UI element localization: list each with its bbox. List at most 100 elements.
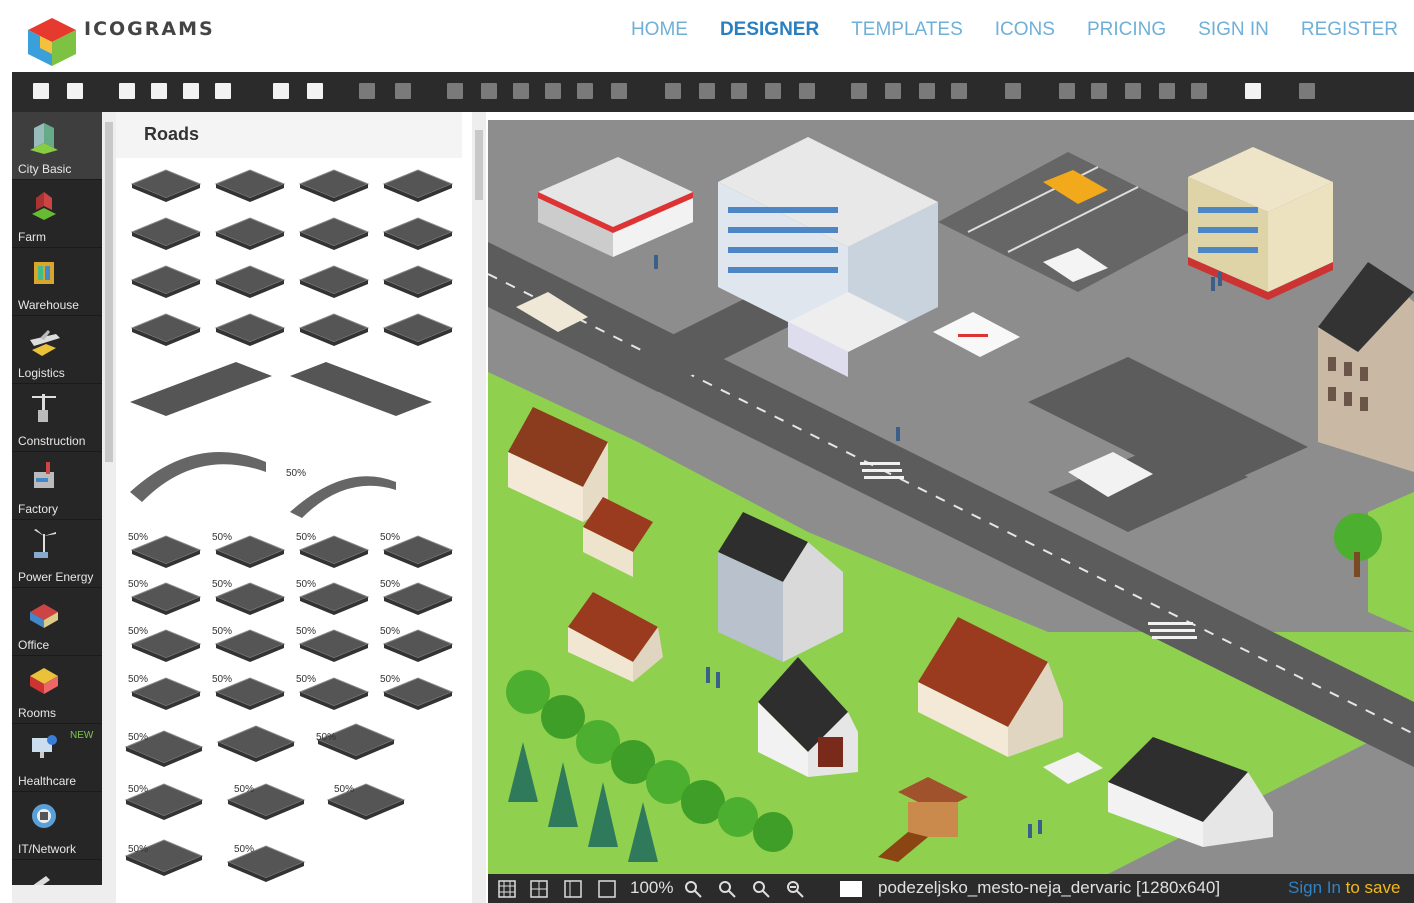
road-tile-long-2[interactable]	[290, 362, 432, 416]
category-factory[interactable]: Factory	[12, 452, 102, 520]
open-folder-icon[interactable]	[64, 80, 86, 102]
design-canvas[interactable]	[488, 112, 1414, 874]
road-tile-2[interactable]	[298, 169, 370, 202]
main-nav: HOME DESIGNER TEMPLATES ICONS PRICING SI…	[615, 0, 1414, 60]
properties-icon[interactable]	[1296, 80, 1318, 102]
nav-register[interactable]: REGISTER	[1285, 19, 1414, 41]
move-icon[interactable]	[304, 80, 326, 102]
backward-icon[interactable]	[948, 80, 970, 102]
category-office[interactable]: Office	[12, 588, 102, 656]
logistics-icon	[30, 330, 60, 356]
nav-templates[interactable]: TEMPLATES	[835, 19, 979, 41]
panel-header: Roads	[116, 112, 462, 158]
road-tile-5[interactable]	[214, 217, 286, 250]
road-tile-3[interactable]	[382, 169, 454, 202]
no-grid-icon[interactable]	[598, 880, 616, 898]
road-tile-x1[interactable]	[216, 725, 296, 762]
healthcare-icon	[32, 735, 57, 758]
new-document-icon[interactable]	[30, 80, 52, 102]
panel-scroll-thumb[interactable]	[475, 130, 483, 200]
sidebar-horizontal-scrollbar[interactable]	[12, 885, 102, 903]
paste-icon[interactable]	[796, 80, 818, 102]
group-icon[interactable]	[662, 80, 684, 102]
align-left-icon[interactable]	[444, 80, 466, 102]
category-rooms[interactable]: Rooms	[12, 656, 102, 724]
align-top-icon[interactable]	[510, 80, 532, 102]
fine-grid-icon[interactable]	[530, 880, 548, 898]
road-tile-6[interactable]	[298, 217, 370, 250]
category-it-network[interactable]: IT/Network	[12, 792, 102, 860]
category-warehouse[interactable]: Warehouse	[12, 248, 102, 316]
document-filename[interactable]: podezeljsko_mesto-neja_dervaric [1280x64…	[878, 878, 1220, 898]
rotate-center-icon[interactable]	[1122, 80, 1144, 102]
warehouse-icon	[34, 262, 54, 284]
nav-icons[interactable]: ICONS	[979, 19, 1071, 41]
bridge-tile-1[interactable]	[130, 452, 266, 502]
nav-designer[interactable]: DESIGNER	[704, 19, 835, 41]
export-svg-icon[interactable]	[148, 80, 170, 102]
send-back-icon[interactable]	[882, 80, 904, 102]
zoom-fit-icon[interactable]	[718, 880, 736, 898]
delete-icon[interactable]	[392, 80, 414, 102]
road-tile-1[interactable]	[214, 169, 286, 202]
road-tile-7[interactable]	[382, 217, 454, 250]
road-tile-15[interactable]	[382, 313, 454, 346]
nav-pricing[interactable]: PRICING	[1071, 19, 1182, 41]
city-scene	[488, 112, 1414, 874]
zoom-out-icon[interactable]	[786, 880, 804, 898]
road-tile-13[interactable]	[214, 313, 286, 346]
zoom-in-icon[interactable]	[684, 880, 702, 898]
category-logistics[interactable]: Logistics	[12, 316, 102, 384]
road-tile-11[interactable]	[382, 265, 454, 298]
grid-view-icon[interactable]	[498, 880, 516, 898]
layout-grid-icon[interactable]	[564, 880, 582, 898]
ungroup-icon[interactable]	[696, 80, 718, 102]
road-tile-0[interactable]	[130, 169, 202, 202]
select-icon[interactable]	[270, 80, 292, 102]
copy-icon[interactable]	[762, 80, 784, 102]
zoom-actual-icon[interactable]	[752, 880, 770, 898]
road-tile-8[interactable]	[130, 265, 202, 298]
panel-title: Roads	[144, 124, 200, 144]
sign-in-link[interactable]: Sign In	[1288, 878, 1341, 897]
road-tile-14[interactable]	[298, 313, 370, 346]
undo-icon[interactable]	[356, 80, 378, 102]
page-color-icon[interactable]	[840, 880, 862, 898]
nav-home[interactable]: HOME	[615, 19, 704, 41]
road-tile-long-1[interactable]	[130, 362, 272, 416]
road-tile-10[interactable]	[298, 265, 370, 298]
rotate-left-icon[interactable]	[1056, 80, 1078, 102]
category-construction[interactable]: Construction	[12, 384, 102, 452]
export-png-icon[interactable]	[180, 80, 202, 102]
distribute-icon[interactable]	[728, 80, 750, 102]
road-tile-9[interactable]	[214, 265, 286, 298]
category-healthcare[interactable]: NEW Healthcare	[12, 724, 102, 792]
panel-scrollbar[interactable]	[472, 112, 486, 903]
sidebar-scrollbar[interactable]	[102, 112, 116, 903]
align-bottom-icon[interactable]	[542, 80, 564, 102]
bridge-tile-2[interactable]	[290, 476, 396, 518]
category-power-energy[interactable]: Power Energy	[12, 520, 102, 588]
nav-sign-in[interactable]: SIGN IN	[1182, 19, 1285, 41]
align-right-icon[interactable]	[478, 80, 500, 102]
sidebar-scroll-thumb[interactable]	[105, 122, 113, 462]
road-tile-4[interactable]	[130, 217, 202, 250]
import-icon[interactable]	[116, 80, 138, 102]
category-farm[interactable]: Farm	[12, 180, 102, 248]
tile-scale-label-17: 50%	[128, 532, 148, 543]
rotate-flat-icon[interactable]	[1088, 80, 1110, 102]
move-down-icon[interactable]	[608, 80, 630, 102]
brand-name[interactable]: ICOGRAMS	[84, 18, 215, 40]
forward-icon[interactable]	[916, 80, 938, 102]
rotate-right-icon[interactable]	[1188, 80, 1210, 102]
tile-scale-label-b: 50%	[128, 784, 148, 795]
rotate-tilt-icon[interactable]	[1156, 80, 1178, 102]
lock-icon[interactable]	[1242, 80, 1264, 102]
road-tile-12[interactable]	[130, 313, 202, 346]
flip-icon[interactable]	[1002, 80, 1024, 102]
icograms-logo-icon[interactable]	[22, 14, 82, 70]
bring-front-icon[interactable]	[848, 80, 870, 102]
move-up-icon[interactable]	[574, 80, 596, 102]
category-city-basic[interactable]: City Basic	[12, 112, 102, 180]
export-jpg-icon[interactable]	[212, 80, 234, 102]
